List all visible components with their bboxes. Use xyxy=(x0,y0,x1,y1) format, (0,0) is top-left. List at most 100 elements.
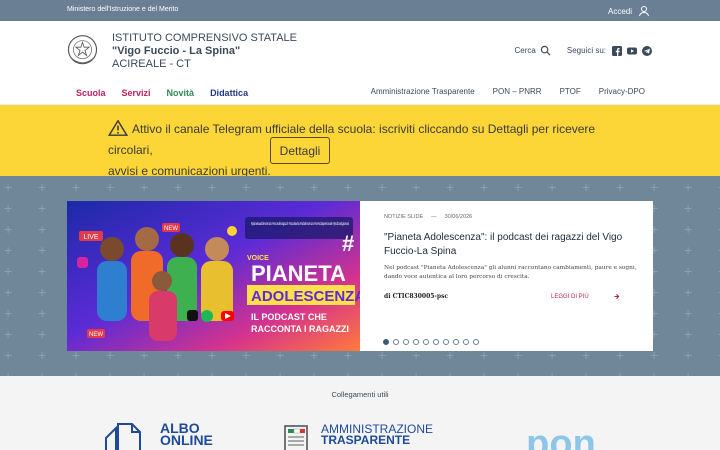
secondary-nav: Amministrazione Trasparente PON – PNRR P… xyxy=(371,87,645,96)
pattern-plus: + xyxy=(616,179,625,195)
republic-emblem-icon[interactable] xyxy=(66,33,99,68)
pattern-plus: + xyxy=(174,179,183,195)
poster-title-line2: ADOLESCENZA xyxy=(251,288,360,305)
poster-subtitle-line2: RACCONTA I RAGAZZI xyxy=(251,324,349,334)
nav-item-servizi[interactable]: Servizi xyxy=(122,88,151,98)
pattern-plus: + xyxy=(38,326,47,342)
albo-online-label: ALBO ONLINE xyxy=(160,421,213,447)
pattern-plus: + xyxy=(38,368,47,376)
arrow-right-icon xyxy=(614,294,620,299)
details-button[interactable]: Dettagli xyxy=(270,137,330,164)
main-nav: Scuola Servizi Novità Didattica xyxy=(76,88,248,98)
documents-icon xyxy=(105,423,141,450)
ministry-link[interactable]: Ministero dell'Istruzione e del Merito xyxy=(67,6,178,13)
hash-glyph: # xyxy=(342,231,354,256)
search-icon xyxy=(540,45,551,56)
slide-category[interactable]: NOTIZIE SLIDE xyxy=(384,214,423,220)
site-header: ISTITUTO COMPRENSIVO STATALE "Vigo Fucci… xyxy=(0,21,720,105)
carousel-dot[interactable] xyxy=(453,339,459,345)
pattern-plus: + xyxy=(4,221,13,237)
pattern-plus: + xyxy=(650,368,659,376)
pattern-plus: + xyxy=(616,368,625,376)
pattern-plus: + xyxy=(208,368,217,376)
pattern-plus: + xyxy=(4,263,13,279)
school-name-line2: "Vigo Fuccio - La Spina" xyxy=(112,45,241,57)
poster-subtitle-line1: IL PODCAST CHE xyxy=(251,312,327,322)
nav-item-scuola[interactable]: Scuola xyxy=(76,88,106,98)
pattern-plus: + xyxy=(684,326,693,342)
slide-image[interactable]: LIVE NEW NEW #pianetaadolescenza #vocede… xyxy=(67,201,360,351)
pattern-plus: + xyxy=(446,368,455,376)
new-badge-2-text: NEW xyxy=(89,332,103,338)
pattern-plus: + xyxy=(106,368,115,376)
pattern-plus: + xyxy=(242,368,251,376)
youtube-icon[interactable] xyxy=(627,46,637,56)
alert-message: Attivo il canale Telegram ufficiale dell… xyxy=(107,119,618,182)
pattern-plus: + xyxy=(4,326,13,342)
pattern-plus: + xyxy=(38,221,47,237)
pattern-plus: + xyxy=(38,347,47,363)
telegram-icon[interactable] xyxy=(642,45,652,56)
nav-item-amministrazione-trasparente[interactable]: Amministrazione Trasparente xyxy=(371,87,475,96)
slide-title[interactable]: "Pianeta Adolescenza": il podcast dei ra… xyxy=(384,231,644,259)
pattern-plus: + xyxy=(174,368,183,376)
new-badge-1-text: NEW xyxy=(164,226,178,232)
school-name[interactable]: ISTITUTO COMPRENSIVO STATALE "Vigo Fucci… xyxy=(112,32,297,71)
nav-item-pon-pnrr[interactable]: PON – PNRR xyxy=(493,87,542,96)
search-button[interactable]: Cerca xyxy=(515,45,551,56)
carousel-dot[interactable] xyxy=(473,339,479,345)
carousel-dot[interactable] xyxy=(383,339,389,345)
pattern-plus: + xyxy=(38,200,47,216)
albo-online-link[interactable]: ALBO ONLINE xyxy=(104,421,213,450)
pattern-plus: + xyxy=(412,368,421,376)
amministrazione-trasparente-link[interactable]: AMMINISTRAZIONE TRASPARENTE xyxy=(283,423,433,450)
pattern-plus: + xyxy=(38,284,47,300)
pattern-plus: + xyxy=(38,242,47,258)
nav-item-ptof[interactable]: PTOF xyxy=(560,87,581,96)
carousel-dot[interactable] xyxy=(463,339,469,345)
pattern-plus: + xyxy=(106,179,115,195)
pattern-plus: + xyxy=(378,179,387,195)
alert-banner: Attivo il canale Telegram ufficiale dell… xyxy=(0,105,720,178)
carousel-dots xyxy=(383,339,479,345)
pattern-plus: + xyxy=(514,368,523,376)
pattern-plus: + xyxy=(38,179,47,195)
pattern-plus: + xyxy=(140,368,149,376)
carousel-dot[interactable] xyxy=(413,339,419,345)
instagram-icon xyxy=(77,257,88,268)
slide-meta: NOTIZIE SLIDE — 30/06/2026 xyxy=(384,214,472,220)
pattern-plus: + xyxy=(412,179,421,195)
amministrazione-label: AMMINISTRAZIONE TRASPARENTE xyxy=(321,423,433,446)
pattern-plus: + xyxy=(242,179,251,195)
nav-item-novita[interactable]: Novità xyxy=(167,88,195,98)
podcast-poster: LIVE NEW NEW #pianetaadolescenza #vocede… xyxy=(67,201,360,351)
pattern-plus: + xyxy=(72,368,81,376)
read-more-link[interactable]: LEGGI DI PIÙ xyxy=(551,293,620,300)
login-button[interactable]: Accedi xyxy=(608,5,650,17)
carousel-dot[interactable] xyxy=(423,339,429,345)
facebook-icon[interactable] xyxy=(612,45,622,56)
carousel-dot[interactable] xyxy=(443,339,449,345)
pattern-plus: + xyxy=(208,179,217,195)
pattern-plus: + xyxy=(4,305,13,321)
live-badge-text: LIVE xyxy=(83,234,99,241)
useful-links-section: Collegamenti utili ALBO ONLINE AMMINISTR… xyxy=(0,376,720,450)
carousel-dot[interactable] xyxy=(403,339,409,345)
slide-text: Nel podcast "Pianeta Adolescenza" gli al… xyxy=(384,265,637,280)
slide-date: 30/06/2026 xyxy=(444,214,473,220)
pattern-plus: + xyxy=(4,200,13,216)
slide-card: NOTIZIE SLIDE — 30/06/2026 "Pianeta Adol… xyxy=(360,201,653,351)
pattern-plus: + xyxy=(684,368,693,376)
useful-links-title: Collegamenti utili xyxy=(331,390,389,399)
pattern-plus: + xyxy=(582,179,591,195)
pattern-plus: + xyxy=(378,368,387,376)
pattern-plus: + xyxy=(72,179,81,195)
read-more-label: LEGGI DI PIÙ xyxy=(551,293,589,300)
nav-item-didattica[interactable]: Didattica xyxy=(210,88,248,98)
carousel-dot[interactable] xyxy=(433,339,439,345)
carousel-dot[interactable] xyxy=(393,339,399,345)
nav-item-privacy-dpo[interactable]: Privacy-DPO xyxy=(599,87,645,96)
pon-link[interactable]: pon xyxy=(516,420,606,450)
pattern-plus: + xyxy=(684,263,693,279)
school-name-line3: ACIREALE - CT xyxy=(112,58,191,70)
